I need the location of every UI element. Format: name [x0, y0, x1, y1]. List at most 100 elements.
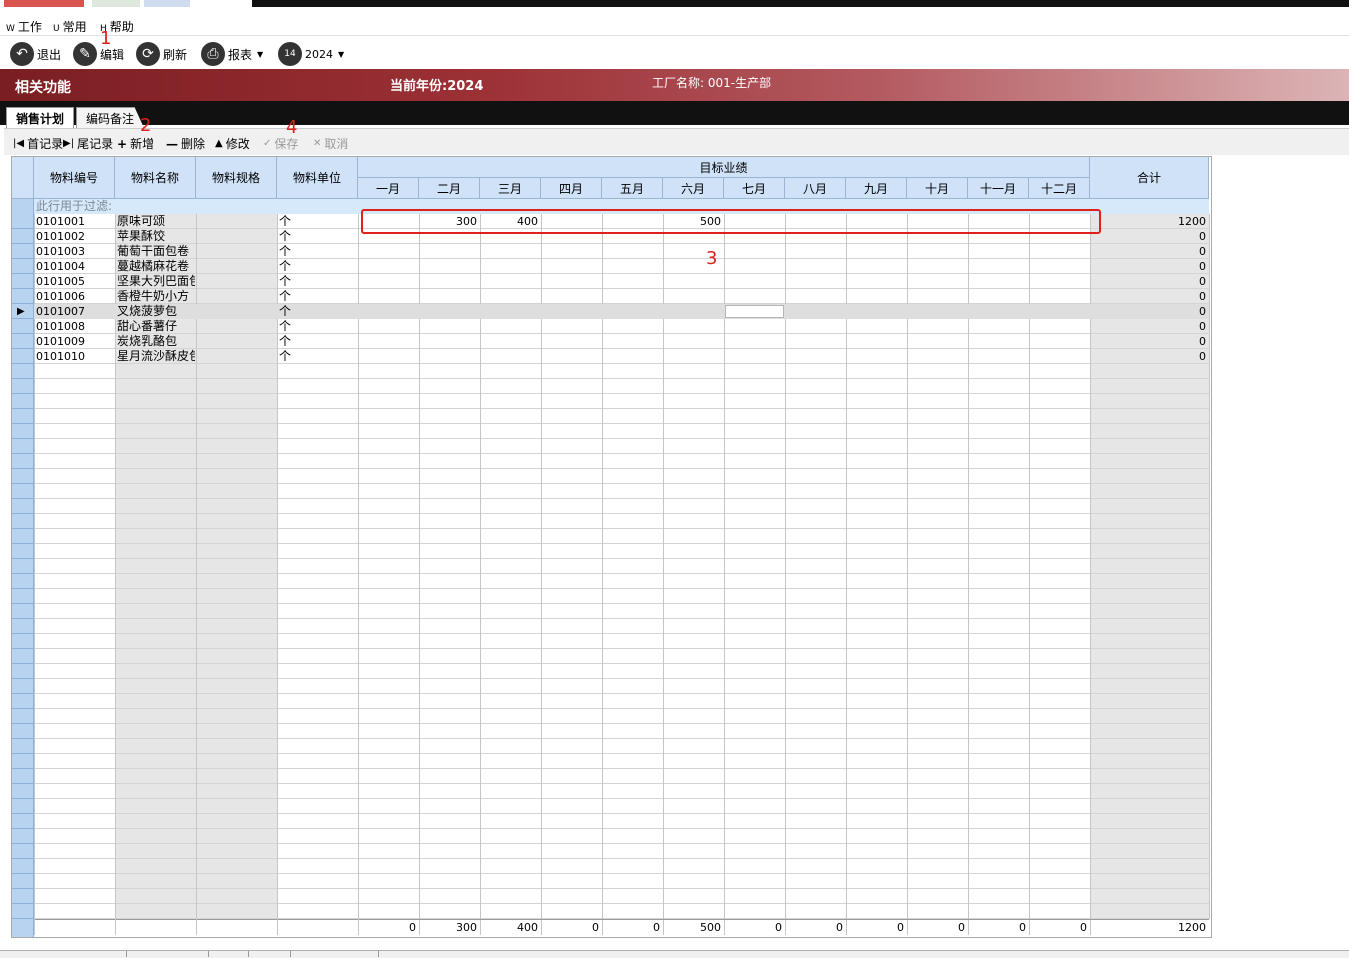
month-value-cell[interactable] — [419, 304, 480, 319]
row-indicator[interactable] — [12, 424, 34, 439]
month-value-cell[interactable] — [358, 334, 419, 349]
material-spec-cell[interactable] — [198, 259, 276, 274]
material-unit-cell[interactable]: 个 — [279, 289, 357, 304]
row-indicator[interactable] — [12, 319, 34, 334]
month-value-cell[interactable] — [724, 334, 785, 349]
month-value-cell[interactable] — [541, 259, 602, 274]
row-indicator[interactable] — [12, 619, 34, 634]
month-value-cell[interactable] — [907, 274, 968, 289]
month-value-cell[interactable] — [846, 349, 907, 364]
row-indicator[interactable] — [12, 904, 34, 919]
row-indicator[interactable] — [12, 874, 34, 889]
month-value-cell[interactable] — [1029, 349, 1090, 364]
delete-button[interactable]: — 删除 — [166, 135, 205, 152]
tab-strip-item[interactable] — [144, 0, 190, 7]
row-indicator[interactable] — [12, 814, 34, 829]
material-unit-cell[interactable]: 个 — [279, 274, 357, 289]
row-indicator[interactable] — [12, 379, 34, 394]
material-name-cell[interactable]: 蔓越橘麻花卷 — [117, 259, 195, 274]
row-indicator[interactable] — [12, 439, 34, 454]
menu-common[interactable]: U 常用 — [53, 18, 87, 35]
month-value-cell[interactable] — [480, 349, 541, 364]
material-name-cell[interactable]: 星月流沙酥皮包 — [117, 349, 195, 364]
month-value-cell[interactable] — [907, 304, 968, 319]
year-selector[interactable]: 14 2024 ▼ — [278, 40, 344, 68]
month-value-cell[interactable] — [358, 274, 419, 289]
material-unit-cell[interactable]: 个 — [279, 229, 357, 244]
month-value-cell[interactable] — [480, 319, 541, 334]
month-value-cell[interactable] — [846, 259, 907, 274]
material-spec-cell[interactable] — [198, 304, 276, 319]
row-indicator[interactable] — [12, 214, 34, 229]
month-value-cell[interactable] — [602, 289, 663, 304]
material-code-cell[interactable]: 0101004 — [36, 259, 114, 274]
row-indicator[interactable] — [12, 679, 34, 694]
material-spec-cell[interactable] — [198, 349, 276, 364]
month-value-cell[interactable] — [358, 319, 419, 334]
month-value-cell[interactable] — [1029, 334, 1090, 349]
row-indicator[interactable] — [12, 889, 34, 904]
row-indicator[interactable] — [12, 829, 34, 844]
month-value-cell[interactable] — [663, 349, 724, 364]
row-indicator[interactable] — [12, 649, 34, 664]
sales-plan-grid[interactable]: 物料编号 物料名称 物料规格 物料单位 目标业绩 一月 二月 三月 四月 五月 六月 七月 八月 九月 十月… — [11, 156, 1212, 938]
month-value-cell[interactable] — [785, 244, 846, 259]
material-unit-cell[interactable]: 个 — [279, 334, 357, 349]
month-value-cell[interactable] — [968, 304, 1029, 319]
month-value-cell[interactable] — [663, 289, 724, 304]
month-value-cell[interactable] — [724, 259, 785, 274]
material-code-cell[interactable]: 0101007 — [36, 304, 114, 319]
row-indicator[interactable] — [12, 244, 34, 259]
month-value-cell[interactable] — [541, 319, 602, 334]
tab-strip-active[interactable] — [4, 0, 84, 7]
refresh-button[interactable]: ⟳ 刷新 — [136, 40, 187, 68]
month-value-cell[interactable] — [663, 319, 724, 334]
tab-sales-plan[interactable]: 销售计划 — [6, 107, 74, 128]
month-value-cell[interactable] — [541, 334, 602, 349]
row-indicator[interactable] — [12, 229, 34, 244]
month-value-cell[interactable] — [968, 319, 1029, 334]
month-value-cell[interactable] — [1029, 304, 1090, 319]
month-value-cell[interactable] — [358, 259, 419, 274]
material-name-cell[interactable]: 叉烧菠萝包 — [117, 304, 195, 319]
month-value-cell[interactable] — [724, 319, 785, 334]
chevron-down-icon[interactable]: ▼ — [338, 50, 344, 59]
month-value-cell[interactable] — [419, 289, 480, 304]
material-unit-cell[interactable]: 个 — [279, 349, 357, 364]
month-value-cell[interactable] — [602, 244, 663, 259]
last-record-button[interactable]: ▶| 尾记录 — [63, 135, 113, 152]
month-value-cell[interactable] — [785, 319, 846, 334]
tab-strip-item[interactable] — [92, 0, 140, 7]
month-value-cell[interactable] — [846, 304, 907, 319]
material-code-cell[interactable]: 0101002 — [36, 229, 114, 244]
material-spec-cell[interactable] — [198, 214, 276, 229]
month-value-cell[interactable] — [602, 259, 663, 274]
material-code-cell[interactable]: 0101006 — [36, 289, 114, 304]
month-value-cell[interactable] — [846, 244, 907, 259]
row-indicator[interactable] — [12, 454, 34, 469]
month-value-cell[interactable] — [785, 274, 846, 289]
month-value-cell[interactable] — [846, 289, 907, 304]
month-value-cell[interactable] — [541, 244, 602, 259]
material-name-cell[interactable]: 葡萄干面包卷 — [117, 244, 195, 259]
month-value-cell[interactable] — [480, 244, 541, 259]
chevron-down-icon[interactable]: ▼ — [257, 50, 263, 59]
month-value-cell[interactable] — [419, 334, 480, 349]
row-indicator[interactable] — [12, 769, 34, 784]
month-value-cell[interactable] — [724, 349, 785, 364]
material-spec-cell[interactable] — [198, 289, 276, 304]
month-value-cell[interactable] — [541, 349, 602, 364]
month-value-cell[interactable] — [480, 289, 541, 304]
row-indicator[interactable] — [12, 844, 34, 859]
month-value-cell[interactable] — [785, 304, 846, 319]
row-indicator[interactable] — [12, 289, 34, 304]
month-value-cell[interactable] — [846, 274, 907, 289]
material-name-cell[interactable]: 甜心番薯仔 — [117, 319, 195, 334]
material-spec-cell[interactable] — [198, 244, 276, 259]
month-value-cell[interactable] — [907, 349, 968, 364]
tab-code-notes[interactable]: 编码备注 — [76, 107, 144, 128]
month-value-cell[interactable] — [602, 274, 663, 289]
month-value-cell[interactable] — [602, 349, 663, 364]
month-value-cell[interactable] — [785, 334, 846, 349]
material-unit-cell[interactable]: 个 — [279, 304, 357, 319]
